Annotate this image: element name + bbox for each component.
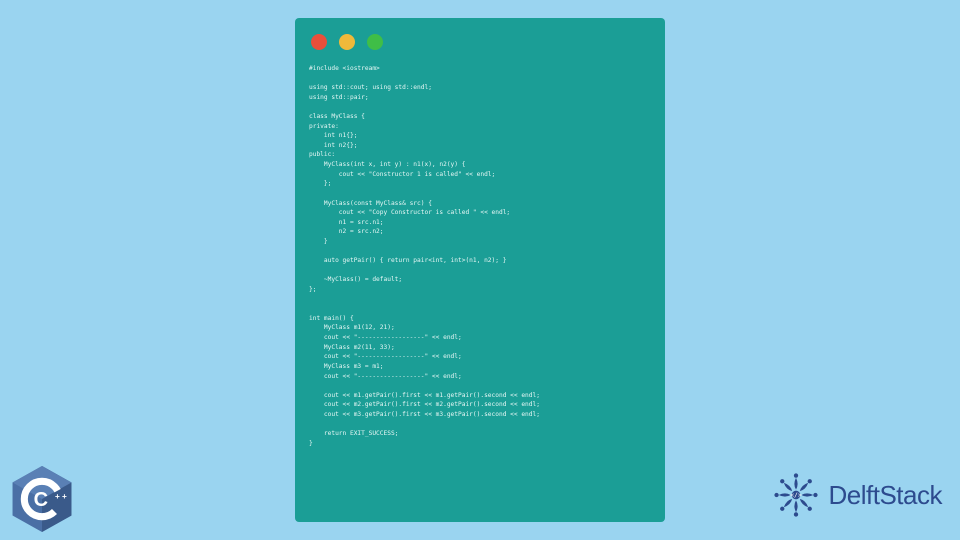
code-block: #include <iostream> using std::cout; usi…: [309, 64, 651, 448]
cpp-logo-icon: C + +: [12, 466, 72, 532]
close-icon: [311, 34, 327, 50]
window-traffic-lights: [311, 34, 651, 50]
maximize-icon: [367, 34, 383, 50]
svg-text:</>: </>: [790, 491, 802, 499]
svg-text:+: +: [55, 492, 60, 501]
delftstack-label: DelftStack: [829, 480, 943, 511]
svg-text:+: +: [62, 492, 67, 501]
delftstack-brand: </> DelftStack: [769, 468, 943, 522]
minimize-icon: [339, 34, 355, 50]
delftstack-logo-icon: </>: [769, 468, 823, 522]
svg-text:C: C: [34, 489, 48, 511]
code-window: #include <iostream> using std::cout; usi…: [295, 18, 665, 522]
